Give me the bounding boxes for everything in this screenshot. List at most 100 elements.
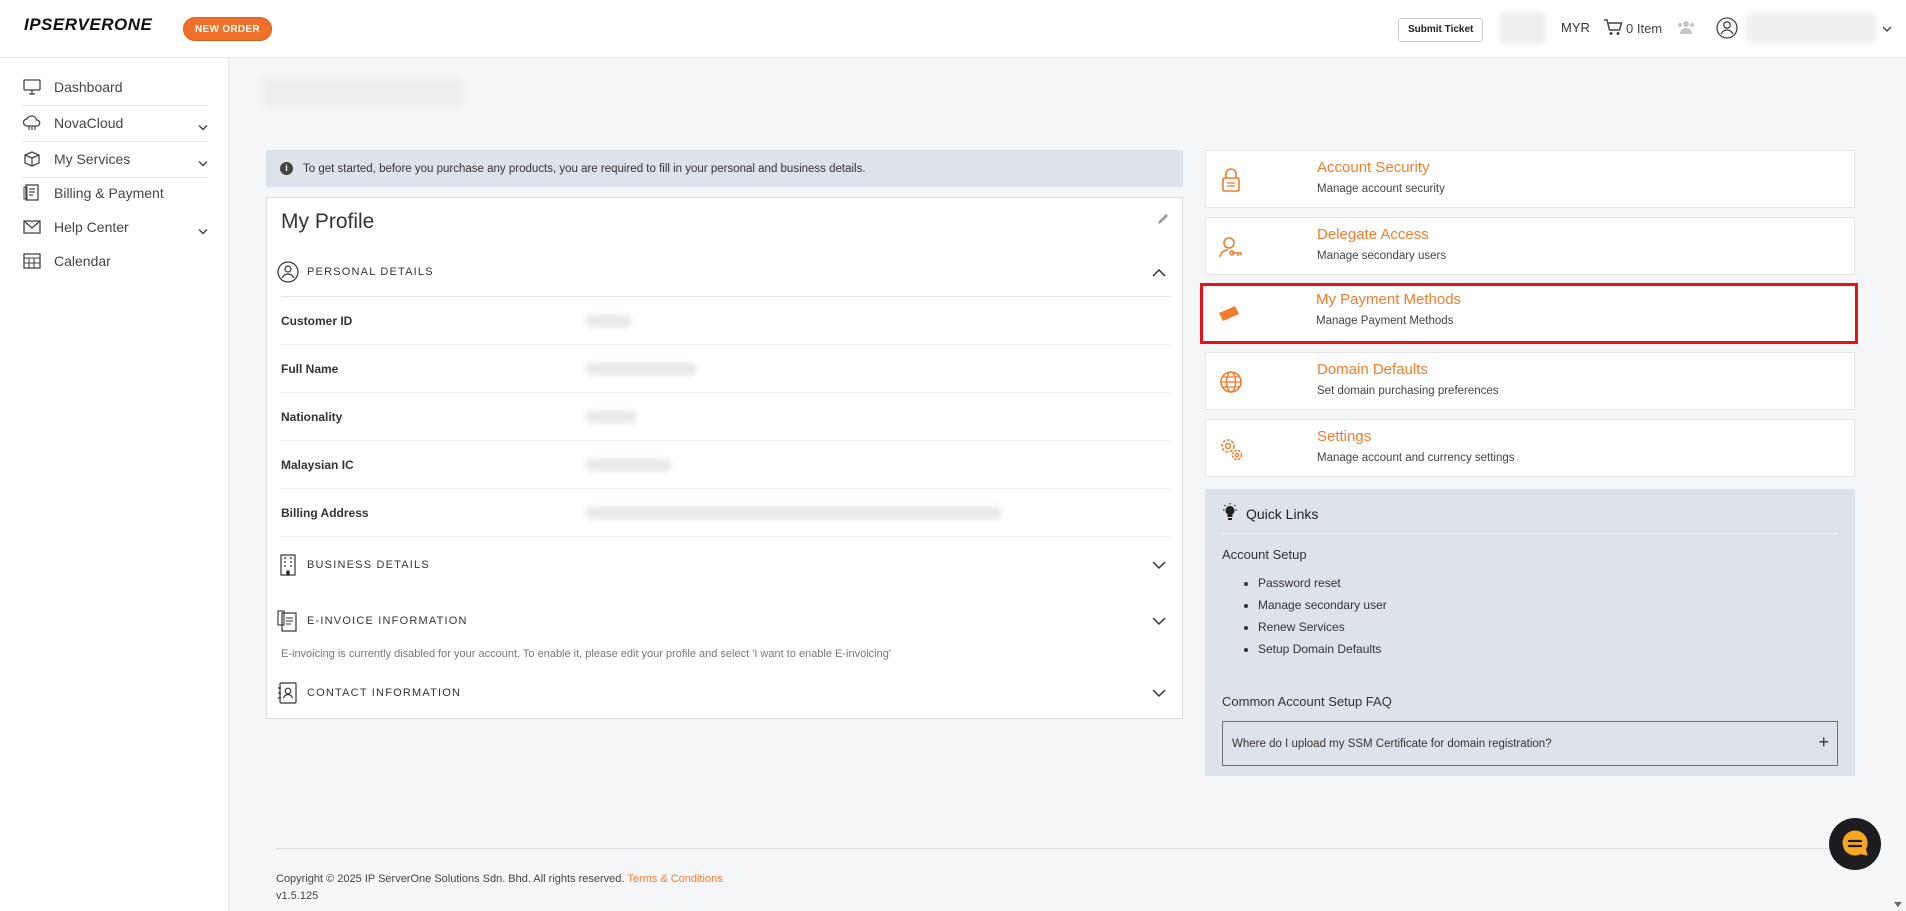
detail-label: Full Name [281, 361, 339, 376]
users-icon[interactable] [1676, 19, 1696, 38]
quick-link-setup-domain-defaults[interactable]: Setup Domain Defaults [1258, 641, 1387, 663]
section-title: CONTACT INFORMATION [307, 687, 462, 699]
box-icon [22, 149, 42, 169]
detail-row-nationality: Nationality [281, 393, 1171, 441]
payment-methods-card[interactable]: My Payment Methods Manage Payment Method… [1200, 283, 1858, 344]
scroll-down-icon[interactable] [1893, 897, 1903, 911]
chat-icon [1840, 828, 1870, 861]
chevron-down-icon [198, 222, 208, 238]
sidebar-item-dashboard[interactable]: Dashboard [22, 70, 208, 104]
redacted-value [586, 458, 671, 471]
sidebar-item-label: My Services [54, 151, 131, 167]
redacted-value [586, 314, 631, 327]
sidebar-item-help-center[interactable]: Help Center [22, 210, 208, 244]
sidebar: Dashboard NovaCloud My Services Billing … [0, 58, 229, 911]
redacted-value [586, 506, 1001, 519]
version-label: v1.5.125 [276, 890, 319, 902]
chevron-down-icon[interactable] [1152, 614, 1166, 629]
globe-icon [1216, 367, 1246, 397]
card-description: Manage account and currency settings [1317, 452, 1515, 464]
redacted-header-item [1500, 12, 1546, 44]
receipt-icon [277, 609, 299, 633]
section-title: E-INVOICE INFORMATION [307, 615, 468, 627]
top-bar: IPSERVERONE NEW ORDER Submit Ticket MYR … [0, 0, 1906, 58]
card-description: Manage secondary users [1317, 250, 1447, 262]
settings-card[interactable]: Settings Manage account and currency set… [1205, 419, 1855, 477]
quick-links-panel: Quick Links Account Setup Password reset… [1205, 489, 1855, 776]
currency-selector[interactable]: MYR [1561, 20, 1590, 35]
sidebar-item-label: Dashboard [54, 79, 123, 95]
einvoice-header[interactable]: E-INVOICE INFORMATION [277, 606, 1171, 636]
detail-row-malaysian-ic: Malaysian IC [281, 441, 1171, 489]
monitor-icon [22, 77, 42, 97]
business-details-header[interactable]: BUSINESS DETAILS [277, 550, 1171, 580]
detail-label: Malaysian IC [281, 457, 354, 472]
lock-icon [1216, 165, 1246, 195]
submit-ticket-button[interactable]: Submit Ticket [1398, 18, 1484, 42]
info-banner: i To get started, before you purchase an… [266, 150, 1183, 187]
contact-book-icon [277, 681, 299, 705]
sidebar-item-my-services[interactable]: My Services [22, 142, 208, 176]
quick-link-renew-services[interactable]: Renew Services [1258, 619, 1387, 641]
credit-cards-icon [1215, 298, 1245, 328]
footer-divider [276, 848, 1856, 849]
redacted-value [586, 410, 636, 423]
sidebar-item-label: Calendar [54, 253, 111, 269]
card-title: Delegate Access [1317, 226, 1429, 243]
personal-details-header[interactable]: PERSONAL DETAILS [277, 257, 1171, 287]
pencil-icon[interactable] [1156, 212, 1170, 229]
plus-icon[interactable]: + [1818, 732, 1829, 753]
detail-row-customer-id: Customer ID [281, 297, 1171, 345]
invoice-icon [22, 183, 42, 203]
cart-button[interactable]: 0 Item [1603, 18, 1662, 39]
chevron-down-icon[interactable] [1152, 686, 1166, 701]
sidebar-item-billing[interactable]: Billing & Payment [22, 176, 208, 210]
cart-icon [1603, 18, 1623, 39]
quick-link-manage-secondary-user[interactable]: Manage secondary user [1258, 597, 1387, 619]
redacted-value [586, 362, 696, 375]
detail-label: Nationality [281, 409, 343, 424]
redacted-user-name [1746, 14, 1876, 42]
card-title: Settings [1317, 428, 1372, 445]
faq-heading: Common Account Setup FAQ [1222, 694, 1392, 709]
faq-item[interactable]: Where do I upload my SSM Certificate for… [1222, 721, 1838, 766]
logo[interactable]: IPSERVERONE [24, 15, 152, 35]
card-title: Domain Defaults [1317, 361, 1428, 378]
chevron-up-icon[interactable] [1152, 265, 1166, 280]
profile-title: My Profile [281, 210, 375, 233]
detail-row-full-name: Full Name [281, 345, 1171, 393]
profile-card: My Profile PERSONAL DETAILS Customer ID … [266, 197, 1183, 719]
account-security-card[interactable]: Account Security Manage account security [1205, 150, 1855, 208]
user-avatar-icon[interactable] [1716, 17, 1738, 42]
redacted-page-title [262, 78, 462, 108]
domain-defaults-card[interactable]: Domain Defaults Set domain purchasing pr… [1205, 352, 1855, 410]
detail-row-billing-address: Billing Address [281, 489, 1171, 537]
sidebar-item-label: Billing & Payment [54, 185, 164, 201]
quick-links-header: Quick Links [1222, 503, 1318, 524]
user-key-icon [1216, 232, 1246, 262]
new-order-button[interactable]: NEW ORDER [183, 17, 272, 41]
chevron-down-icon[interactable] [1152, 558, 1166, 573]
lightbulb-icon [1222, 503, 1238, 524]
cloud-icon [22, 113, 42, 133]
card-description: Manage account security [1317, 183, 1445, 195]
sidebar-item-calendar[interactable]: Calendar [22, 244, 208, 278]
sidebar-item-label: Help Center [54, 219, 129, 235]
quick-links-title: Quick Links [1246, 505, 1319, 522]
faq-question: Where do I upload my SSM Certificate for… [1232, 737, 1552, 750]
contact-information-header[interactable]: CONTACT INFORMATION [277, 678, 1171, 708]
quick-link-password-reset[interactable]: Password reset [1258, 575, 1387, 597]
terms-link[interactable]: Terms & Conditions [627, 873, 722, 885]
chevron-down-icon[interactable] [1882, 21, 1892, 36]
einvoice-note: E-invoicing is currently disabled for yo… [281, 648, 891, 660]
card-description: Set domain purchasing preferences [1317, 385, 1499, 397]
chat-button[interactable] [1829, 818, 1881, 870]
info-banner-text: To get started, before you purchase any … [303, 162, 866, 175]
delegate-access-card[interactable]: Delegate Access Manage secondary users [1205, 217, 1855, 275]
cart-count: 0 Item [1626, 21, 1663, 36]
building-icon [277, 553, 299, 577]
person-icon [277, 260, 299, 284]
chevron-down-icon [198, 118, 208, 134]
sidebar-item-novacloud[interactable]: NovaCloud [22, 106, 208, 140]
section-title: PERSONAL DETAILS [307, 266, 434, 278]
